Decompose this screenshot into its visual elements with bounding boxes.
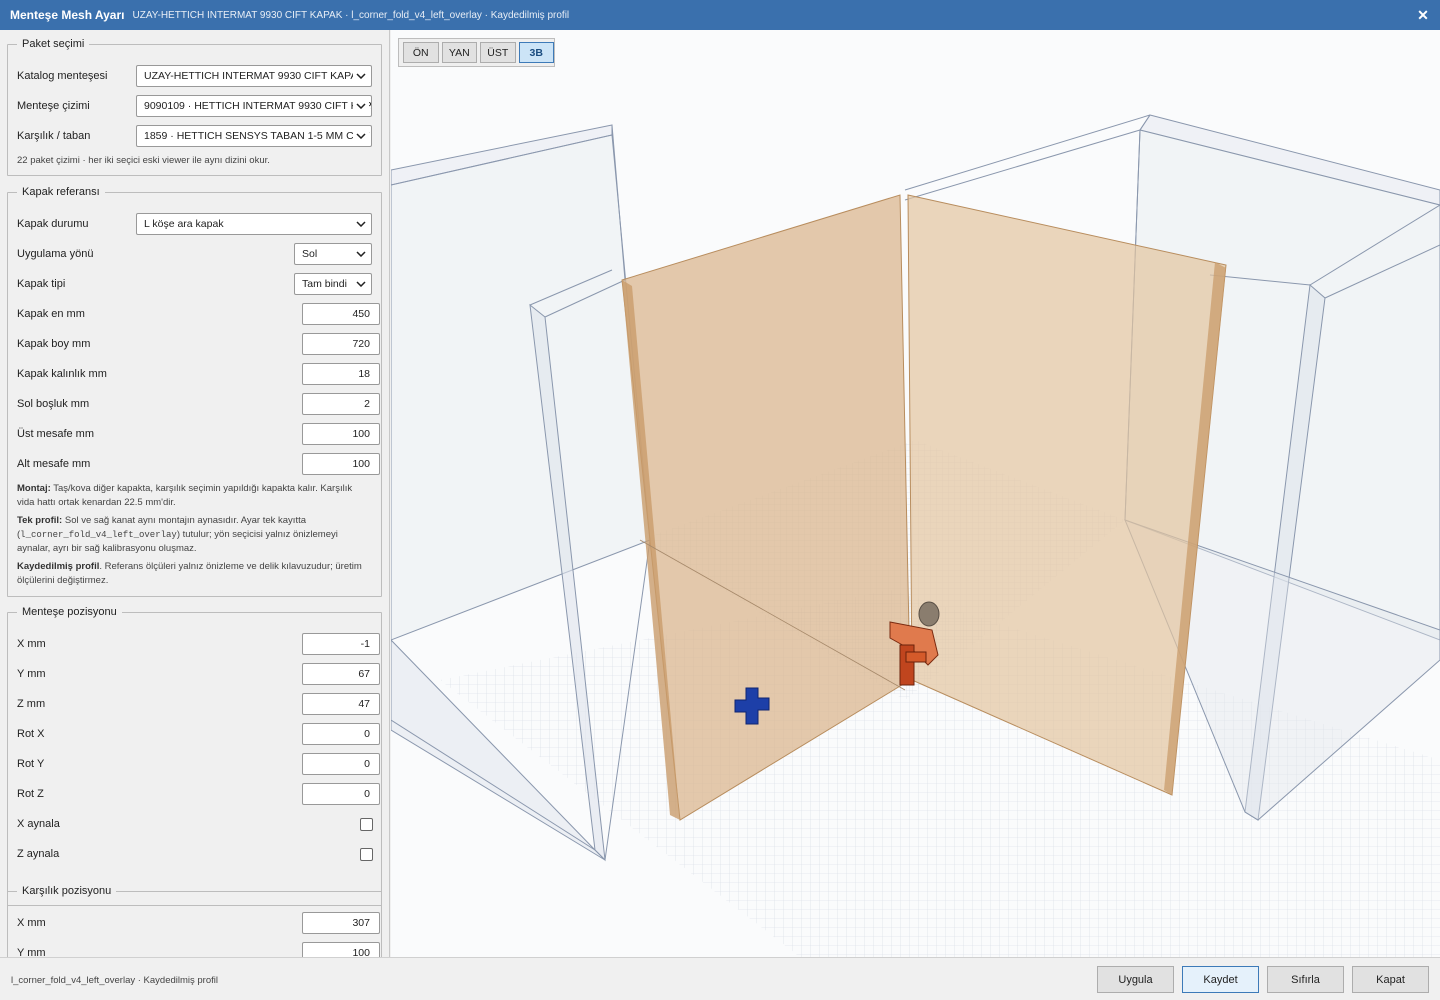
status-bar: l_corner_fold_v4_left_overlay · Kaydedil… xyxy=(0,957,1440,1000)
mirror-z-checkbox[interactable] xyxy=(360,848,373,861)
chevron-down-icon xyxy=(353,274,369,294)
top-distance-label: Üst mesafe mm xyxy=(17,428,95,440)
door-height-label: Kapak boy mm xyxy=(17,338,91,350)
saved-profile-note-title: Kaydedilmiş profil xyxy=(17,561,100,572)
door-state-select[interactable]: L köşe ara kapak xyxy=(136,213,372,235)
single-profile-note: Tek profil: Sol ve sağ kanat aynı montaj… xyxy=(17,514,369,556)
counterpart-label: Karşılık / taban xyxy=(17,130,91,142)
catalog-hinge-select[interactable]: UZAY-HETTICH INTERMAT 9930 CIFT KAPAK xyxy=(136,65,372,87)
counterpart-select[interactable]: 1859 · HETTICH SENSYS TABAN 1-5 MM CIFT xyxy=(136,125,372,147)
hinge-drawing-value: 9090109 · HETTICH INTERMAT 9930 CIFT KAP… xyxy=(144,100,372,112)
hinge-roty-label: Rot Y xyxy=(17,758,45,770)
hinge-rotx-input[interactable]: 0 xyxy=(302,723,380,745)
chevron-down-icon xyxy=(353,126,369,146)
3d-scene xyxy=(391,114,1440,957)
mirror-z-row: Z aynala xyxy=(17,843,373,865)
save-button[interactable]: Kaydet xyxy=(1182,966,1259,993)
counterpart-y-input[interactable]: 100 xyxy=(302,942,380,957)
single-profile-note-title: Tek profil: xyxy=(17,515,63,526)
door-group-legend: Kapak referansı xyxy=(22,186,100,198)
hinge-rotx-label: Rot X xyxy=(17,728,45,740)
tab-top[interactable]: ÜST xyxy=(480,42,516,63)
counterpart-x-input[interactable]: 307 xyxy=(302,912,380,934)
hinge-y-label: Y mm xyxy=(17,668,46,680)
door-width-input[interactable]: 450 xyxy=(302,303,380,325)
catalog-hinge-value: UZAY-HETTICH INTERMAT 9930 CIFT KAPAK xyxy=(144,70,365,82)
door-type-value: Tam bindi xyxy=(302,278,347,290)
top-distance-input[interactable]: 100 xyxy=(302,423,380,445)
apply-direction-select[interactable]: Sol xyxy=(294,243,372,265)
3d-viewport[interactable] xyxy=(391,30,1440,957)
door-type-label: Kapak tipi xyxy=(17,278,66,290)
hinge-z-input[interactable]: 47 xyxy=(302,693,380,715)
window-subtitle: UZAY-HETTICH INTERMAT 9930 CIFT KAPAK · … xyxy=(132,9,570,21)
apply-direction-label: Uygulama yönü xyxy=(17,248,94,260)
catalog-hinge-label: Katalog menteşesi xyxy=(17,70,108,82)
chevron-down-icon xyxy=(353,66,369,86)
hinge-y-input[interactable]: 67 xyxy=(302,663,380,685)
mirror-z-label: Z aynala xyxy=(17,848,60,860)
view-tabs: ÖN YAN ÜST 3B xyxy=(398,38,555,67)
hinge-x-input[interactable]: -1 xyxy=(302,633,380,655)
mount-note-title: Montaj: xyxy=(17,483,51,494)
close-button[interactable]: Kapat xyxy=(1352,966,1429,993)
apply-button[interactable]: Uygula xyxy=(1097,966,1174,993)
door-thickness-label: Kapak kalınlık mm xyxy=(17,368,107,380)
hinge-rotz-input[interactable]: 0 xyxy=(302,783,380,805)
door-type-select[interactable]: Tam bindi xyxy=(294,273,372,295)
counterpart-value: 1859 · HETTICH SENSYS TABAN 1-5 MM CIFT xyxy=(144,130,370,142)
status-text: l_corner_fold_v4_left_overlay · Kaydedil… xyxy=(11,975,218,986)
mirror-x-row: X aynala xyxy=(17,813,373,835)
hinge-x-label: X mm xyxy=(17,638,46,650)
chevron-down-icon xyxy=(353,214,369,234)
single-profile-note-code: l_corner_fold_v4_left_overlay xyxy=(20,529,177,540)
chevron-down-icon xyxy=(353,244,369,264)
reset-button[interactable]: Sıfırla xyxy=(1267,966,1344,993)
hinge-rotz-label: Rot Z xyxy=(17,788,44,800)
door-state-value: L köşe ara kapak xyxy=(144,218,224,230)
apply-direction-value: Sol xyxy=(302,248,318,260)
bottom-distance-label: Alt mesafe mm xyxy=(17,458,91,470)
hinge-drawing-select[interactable]: 9090109 · HETTICH INTERMAT 9930 CIFT KAP… xyxy=(136,95,372,117)
settings-panel: Paket seçimi Katalog menteşesi UZAY-HETT… xyxy=(0,30,390,957)
mirror-x-checkbox[interactable] xyxy=(360,818,373,831)
package-group-legend: Paket seçimi xyxy=(22,38,85,50)
left-gap-label: Sol boşluk mm xyxy=(17,398,90,410)
door-height-input[interactable]: 720 xyxy=(302,333,380,355)
left-gap-input[interactable]: 2 xyxy=(302,393,380,415)
mount-note: Montaj: Taş/kova diğer kapakta, karşılık… xyxy=(17,482,369,509)
door-state-label: Kapak durumu xyxy=(17,218,89,230)
tab-side[interactable]: YAN xyxy=(441,42,477,63)
door-thickness-input[interactable]: 18 xyxy=(302,363,380,385)
tab-3d[interactable]: 3B xyxy=(518,42,554,63)
saved-profile-note: Kaydedilmiş profil. Referans ölçüleri ya… xyxy=(17,560,369,587)
hinge-position-legend: Menteşe pozisyonu xyxy=(22,606,117,618)
counterpart-y-label: Y mm xyxy=(17,947,46,957)
chevron-down-icon xyxy=(353,96,369,116)
hinge-z-label: Z mm xyxy=(17,698,46,710)
close-icon[interactable]: ✕ xyxy=(1406,0,1440,30)
counterpart-position-legend: Karşılık pozisyonu xyxy=(22,885,112,897)
package-note: 22 paket çizimi · her iki seçici eski vi… xyxy=(17,155,270,166)
hinge-roty-input[interactable]: 0 xyxy=(302,753,380,775)
counterpart-x-label: X mm xyxy=(17,917,46,929)
bottom-distance-input[interactable]: 100 xyxy=(302,453,380,475)
title-bar: Menteşe Mesh Ayarı UZAY-HETTICH INTERMAT… xyxy=(0,0,1440,30)
mirror-x-label: X aynala xyxy=(17,818,60,830)
hinge-drawing-label: Menteşe çizimi xyxy=(17,100,90,112)
tab-front[interactable]: ÖN xyxy=(403,42,439,63)
door-width-label: Kapak en mm xyxy=(17,308,85,320)
mount-note-text: Taş/kova diğer kapakta, karşılık seçimin… xyxy=(17,483,353,508)
window-title: Menteşe Mesh Ayarı xyxy=(10,8,125,22)
